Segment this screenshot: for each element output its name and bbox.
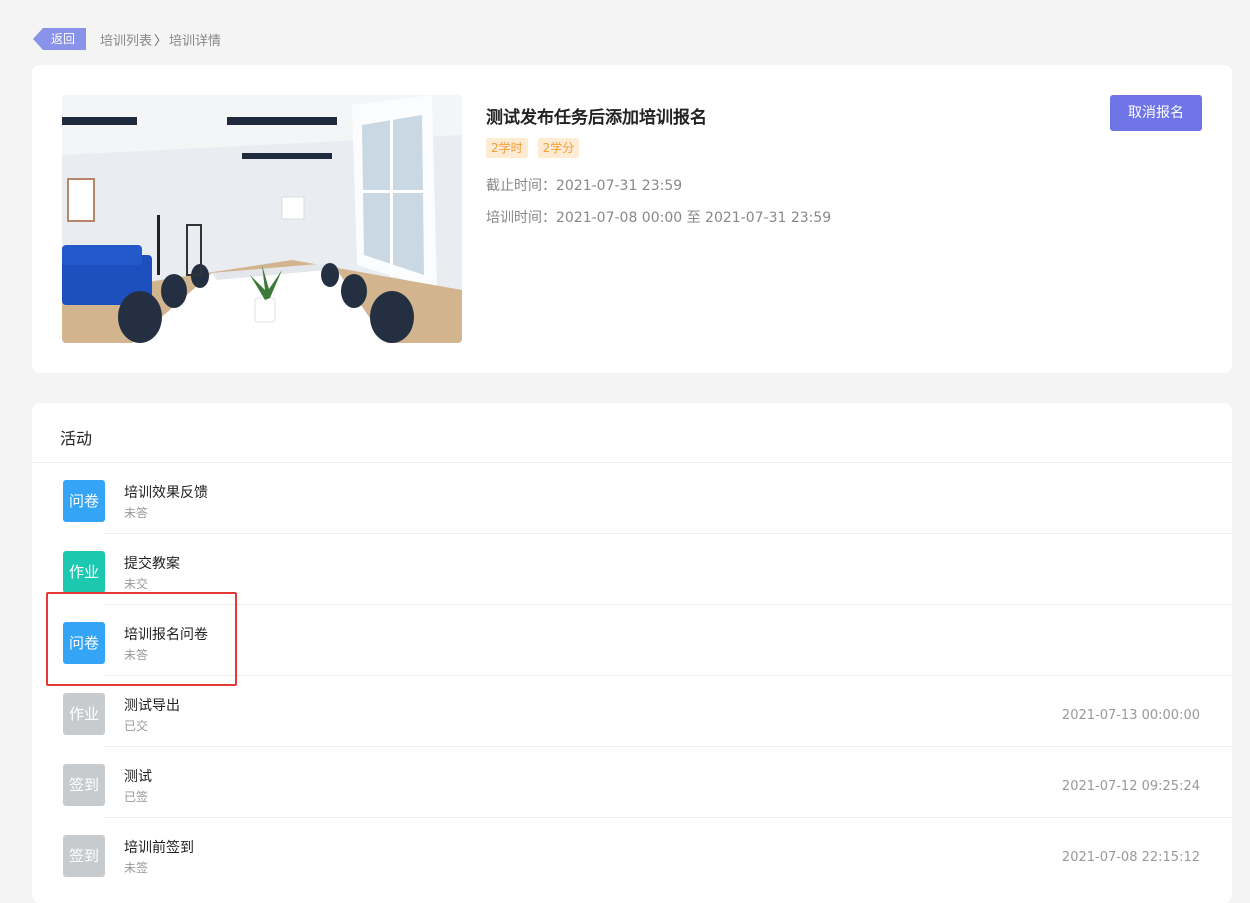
training-info-card: 测试发布任务后添加培训报名 2学时 2学分 截止时间：2021-07-31 23… — [32, 65, 1232, 373]
questionnaire-badge: 问卷 — [63, 480, 105, 522]
activity-row[interactable]: 问卷 培训效果反馈 未答 — [32, 463, 1232, 534]
activity-row[interactable]: 签到 测试 已签 2021-07-12 09:25:24 — [32, 747, 1232, 818]
activity-name: 测试 — [124, 769, 152, 785]
highlight-annotation-box — [46, 592, 237, 686]
breadcrumb-training-detail: 培训详情 — [169, 33, 222, 49]
training-cover-image — [62, 95, 462, 343]
activity-status: 未交 — [124, 577, 149, 591]
credits-tag: 2学分 — [537, 138, 580, 158]
activity-status: 已签 — [124, 790, 149, 804]
activity-time: 2021-07-12 09:25:24 — [1061, 779, 1200, 794]
homework-badge: 作业 — [63, 551, 105, 593]
activity-status: 未答 — [124, 506, 149, 520]
activity-row[interactable]: 签到 培训前签到 未签 2021-07-08 22:15:12 — [32, 818, 1232, 889]
activity-time: 2021-07-08 22:15:12 — [1061, 850, 1200, 865]
checkin-badge: 签到 — [63, 835, 105, 877]
cancel-registration-button[interactable]: 取消报名 — [1110, 95, 1202, 131]
breadcrumb: 培训列表 〉 培训详情 — [100, 30, 221, 49]
breadcrumb-training-list[interactable]: 培训列表 — [100, 30, 152, 49]
deadline-text: 截止时间：2021-07-31 23:59 — [486, 178, 683, 194]
activity-name: 测试导出 — [124, 698, 180, 714]
training-period-text: 培训时间：2021-07-08 00:00 至 2021-07-31 23:59 — [486, 210, 832, 226]
breadcrumb-separator: 〉 — [154, 33, 168, 49]
top-nav: 返回 培训列表 〉 培训详情 — [33, 28, 221, 50]
training-title: 测试发布任务后添加培训报名 — [486, 108, 707, 128]
activity-status: 未签 — [124, 861, 149, 875]
training-tags: 2学时 2学分 — [486, 138, 580, 158]
activity-name: 培训前签到 — [124, 840, 194, 856]
activities-heading: 活动 — [60, 429, 93, 448]
activity-time: 2021-07-13 00:00:00 — [1061, 708, 1200, 723]
activity-name: 培训效果反馈 — [124, 485, 208, 501]
activity-row[interactable]: 作业 测试导出 已交 2021-07-13 00:00:00 — [32, 676, 1232, 747]
activity-status: 已交 — [124, 719, 149, 733]
checkin-badge: 签到 — [63, 764, 105, 806]
homework-badge: 作业 — [63, 693, 105, 735]
back-button[interactable]: 返回 — [33, 28, 86, 50]
hours-tag: 2学时 — [486, 138, 528, 158]
activity-name: 提交教案 — [124, 556, 180, 572]
